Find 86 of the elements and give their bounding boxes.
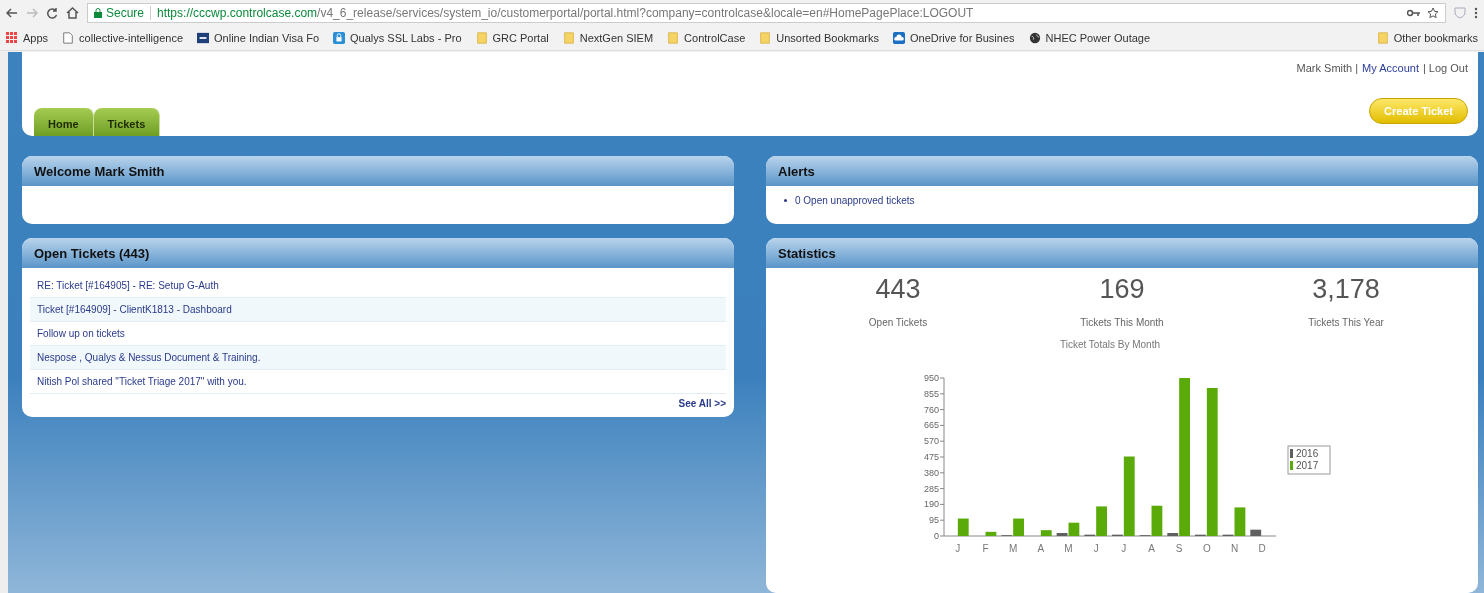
y-tick-label: 950 bbox=[923, 373, 939, 383]
bookmark-link[interactable]: Other bookmarks bbox=[1393, 32, 1478, 44]
key-icon[interactable] bbox=[1407, 9, 1421, 17]
see-all-link[interactable]: See All >> bbox=[678, 394, 726, 413]
secure-label: Secure bbox=[106, 6, 145, 20]
x-tick-label: M bbox=[1064, 543, 1073, 554]
bar bbox=[957, 518, 969, 536]
bar bbox=[1040, 530, 1052, 536]
stat-value: 169 bbox=[1099, 274, 1145, 305]
legend-label: 2016 bbox=[1296, 448, 1319, 459]
y-tick-label: 475 bbox=[923, 452, 939, 462]
ticket-link[interactable]: Nespose , Qualys & Nessus Document & Training. bbox=[30, 346, 726, 370]
y-tick-label: 760 bbox=[923, 404, 939, 415]
user-name: Mark Smith | bbox=[1296, 62, 1359, 74]
y-tick-label: 855 bbox=[923, 388, 939, 399]
x-tick-label: S bbox=[1175, 543, 1183, 554]
folder-icon bbox=[475, 32, 488, 44]
x-tick-label: J bbox=[955, 543, 961, 554]
my-account-link[interactable]: My Account bbox=[1362, 62, 1419, 74]
legend-background bbox=[1287, 445, 1331, 475]
bookmark-link[interactable]: NextGen SIEM bbox=[579, 32, 654, 44]
x-tick-label: A bbox=[1037, 543, 1045, 554]
y-tick-label: 190 bbox=[923, 499, 939, 510]
x-tick-label: M bbox=[1009, 543, 1018, 554]
x-tick-label: O bbox=[1202, 543, 1211, 554]
bar bbox=[1250, 529, 1262, 536]
chart-title: Ticket Totals By Month bbox=[1060, 339, 1160, 350]
stat-label: Tickets This Month bbox=[1080, 317, 1164, 328]
x-tick-label: J bbox=[1093, 543, 1099, 554]
x-tick-label: D bbox=[1258, 543, 1266, 554]
bullet-icon bbox=[784, 199, 787, 202]
folder-icon bbox=[1376, 32, 1389, 44]
flag-icon bbox=[197, 32, 210, 44]
panel-title: Alerts bbox=[766, 156, 1478, 186]
y-tick-label: 665 bbox=[923, 420, 939, 431]
alert-link[interactable]: 0 Open unapproved tickets bbox=[795, 195, 915, 206]
lock-icon bbox=[94, 8, 102, 18]
stat-label: Open Tickets bbox=[868, 317, 928, 328]
folder-icon bbox=[562, 32, 575, 44]
x-tick-label: N bbox=[1230, 543, 1239, 554]
cloud-icon bbox=[892, 32, 905, 44]
bookmark-link[interactable]: ControlCase bbox=[684, 32, 746, 44]
nav-tab[interactable]: Tickets bbox=[93, 108, 161, 136]
bookmark-link[interactable]: collective-intelligence bbox=[79, 32, 184, 44]
menu-icon[interactable] bbox=[1474, 7, 1478, 19]
bookmark-link[interactable]: Apps bbox=[23, 32, 49, 44]
stat-label: Tickets This Year bbox=[1308, 317, 1384, 328]
y-tick-label: 380 bbox=[923, 467, 939, 478]
x-tick-label: J bbox=[1121, 543, 1127, 554]
log-out-link[interactable]: | Log Out bbox=[1422, 62, 1468, 74]
y-tick-label: 0 bbox=[934, 531, 939, 541]
stat-value: 3,178 bbox=[1312, 274, 1380, 305]
bar bbox=[985, 531, 997, 536]
url-text: https://cccwp.controlcase.com/v4_6_release/services/system_io/customerportal/portal.html?company=controlcase&locale=en#HomePagePlace:LOGOUT bbox=[150, 6, 974, 20]
folder-icon bbox=[667, 32, 680, 44]
star-icon[interactable] bbox=[1427, 7, 1439, 19]
bookmark-link[interactable]: Qualys SSL Labs - Pro bbox=[350, 32, 462, 44]
apps-grid-icon bbox=[6, 32, 18, 44]
ticket-link[interactable]: Ticket [#164909] - ClientK1813 - Dashboard bbox=[30, 298, 726, 322]
address-bar[interactable]: Secure https://cccwp.controlcase.com/v4_6_release/services/system_io/customerportal/portal.html?company=controlcase&locale=en#HomePagePlace:LOGOUT bbox=[87, 3, 1446, 23]
back-icon[interactable] bbox=[6, 8, 18, 18]
nav-tab[interactable]: Home bbox=[34, 108, 94, 136]
y-tick-label: 95 bbox=[929, 515, 939, 526]
lock-icon bbox=[333, 32, 345, 44]
x-tick-label: F bbox=[982, 543, 989, 554]
bookmark-link[interactable]: GRC Portal bbox=[492, 32, 549, 44]
legend-swatch bbox=[1290, 449, 1293, 458]
panel-title: Open Tickets (443) bbox=[22, 238, 734, 268]
bookmark-link[interactable]: NHEC Power Outage bbox=[1045, 32, 1151, 44]
ticket-link[interactable]: Nitish Pol shared "Ticket Triage 2017" with you. bbox=[30, 370, 726, 394]
y-tick-label: 570 bbox=[923, 436, 939, 447]
panel-title: Statistics bbox=[766, 238, 1478, 268]
y-tick-label: 285 bbox=[923, 483, 939, 494]
legend-swatch bbox=[1290, 461, 1293, 470]
home-icon[interactable] bbox=[66, 7, 79, 19]
page-icon bbox=[62, 32, 75, 44]
x-tick-label: A bbox=[1148, 543, 1155, 554]
panel-title: Welcome Mark Smith bbox=[22, 156, 734, 186]
bookmark-link[interactable]: Online Indian Visa Fo bbox=[214, 32, 319, 44]
reload-icon[interactable] bbox=[46, 7, 58, 19]
globe-icon bbox=[1028, 32, 1041, 44]
bookmark-link[interactable]: Unsorted Bookmarks bbox=[776, 32, 879, 44]
folder-icon bbox=[759, 32, 772, 44]
legend-label: 2017 bbox=[1296, 460, 1319, 471]
bookmark-link[interactable]: OneDrive for Busines bbox=[909, 32, 1015, 44]
stat-value: 443 bbox=[875, 274, 921, 305]
